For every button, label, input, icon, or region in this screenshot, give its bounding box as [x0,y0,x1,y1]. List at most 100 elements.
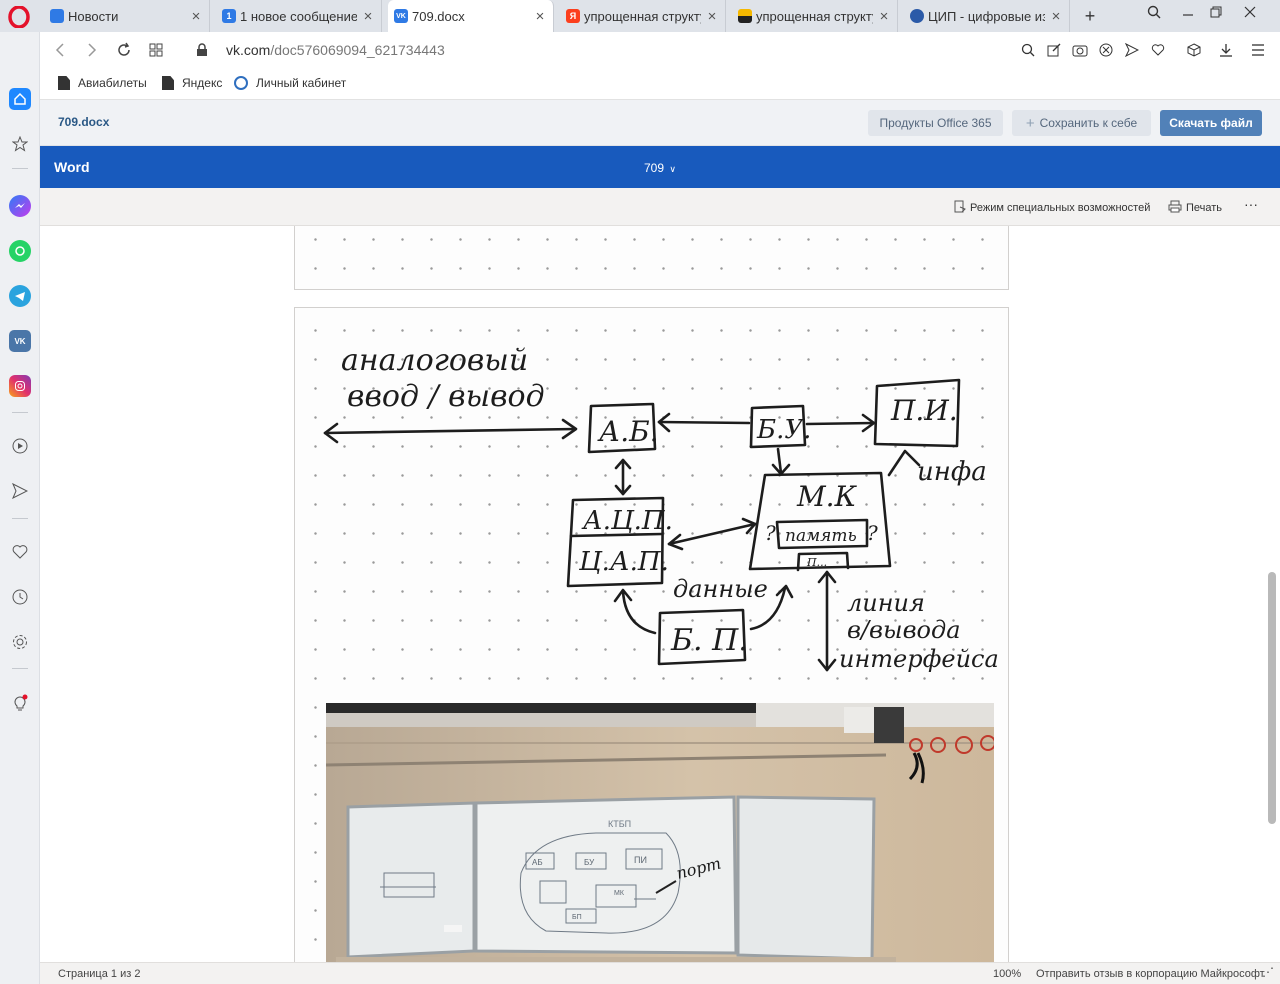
bp-label: Б. П. [670,623,748,658]
sidebar-separator [12,668,28,669]
tab-yandex-search[interactable]: Я упрощенная структур × [560,0,726,32]
port-label: П... [806,556,827,569]
download-file-button[interactable]: Скачать файл [1160,110,1262,136]
accessibility-mode-button[interactable]: Режим специальных возможностей [954,200,1150,216]
globe-icon [234,76,248,90]
office-products-button[interactable]: Продукты Office 365 [868,110,1003,136]
heart-icon[interactable] [9,541,31,563]
tab-title: упрощенная структур [584,8,701,24]
page-1-bottom [294,226,1009,290]
vertical-scrollbar[interactable] [1268,572,1276,824]
word-brand[interactable]: Word [54,159,90,175]
sidebar-separator [12,412,28,413]
accessibility-icon [954,200,966,216]
close-icon[interactable]: × [533,8,547,25]
adblock-icon[interactable] [1097,41,1115,59]
star-icon[interactable] [9,133,31,155]
word-command-bar: Режим специальных возможностей Печать ··… [40,188,1280,226]
tab-yandex-images[interactable]: упрощенная структур × [732,0,898,32]
adc-label: А.Ц.П. [581,506,673,536]
tab-bar: Новости × 1 1 новое сообщение × VK 709.d… [0,0,1280,32]
vk-icon[interactable]: VK [9,330,31,352]
bookmark-aviabilety[interactable]: Авиабилеты [58,76,147,90]
lock-icon[interactable] [192,40,212,60]
mk-label: М.К [796,480,858,513]
tab-title: 709.docx [412,8,465,24]
site-icon [910,9,924,23]
reload-icon[interactable] [114,40,134,60]
more-options-button[interactable]: ··· [1244,196,1258,212]
feedback-link[interactable]: Отправить отзыв в корпорацию Майкрософт [1036,968,1265,980]
speed-dial-icon[interactable] [146,40,166,60]
save-label: Сохранить к себе [1039,116,1138,130]
close-icon[interactable]: × [705,8,719,25]
dac-label: Ц.А.П. [578,547,669,577]
forward-icon[interactable] [82,40,102,60]
url-field[interactable]: vk.com/doc576069094_621734443 [226,42,445,58]
whatsapp-icon[interactable] [9,240,31,262]
heart-icon[interactable] [1149,41,1167,59]
opera-logo-icon[interactable] [8,6,30,28]
download-icon[interactable] [1217,41,1235,59]
close-icon[interactable]: × [1049,8,1063,25]
close-window-icon[interactable] [1236,0,1264,24]
url-path: /doc576069094_621734443 [270,42,445,58]
board-bp: БП [572,914,582,921]
info-label: инфа [917,457,987,487]
page-icon [58,76,70,90]
history-icon[interactable] [9,586,31,608]
interface-label-line3: интерфейса [839,645,999,673]
bu-pi-arrow [805,421,875,426]
zoom-level[interactable]: 100% [993,968,1021,980]
vk-badge-icon: 1 [222,9,236,23]
new-tab-icon[interactable]: + [1076,4,1104,28]
bookmark-label: Яндекс [182,76,223,90]
minimize-icon[interactable] [1174,0,1202,24]
page-counter: Страница 1 из 2 [58,968,141,980]
sidebar-separator [12,168,28,169]
player-icon[interactable] [9,435,31,457]
print-button[interactable]: Печать [1168,200,1222,216]
camera-icon[interactable] [1071,41,1089,59]
close-icon[interactable]: × [189,8,203,25]
tab-news[interactable]: Новости × [44,0,210,32]
board-title: КТБП [608,819,631,829]
bookmark-label: Авиабилеты [78,76,147,90]
messenger-icon[interactable] [9,195,31,217]
close-icon[interactable]: × [361,8,375,25]
send-icon[interactable] [9,480,31,502]
data-label: данные [673,575,768,603]
bookmarks-bar: Авиабилеты Яндекс Личный кабинет [40,68,1280,100]
tab-cip[interactable]: ЦИП - цифровые изм × [904,0,1070,32]
extensions-icon[interactable] [1185,41,1203,59]
tab-709-docx[interactable]: VK 709.docx × [388,0,554,32]
word-status-bar: Страница 1 из 2 100% Отправить отзыв в к… [40,962,1280,984]
board-bu: БУ [584,858,595,867]
board-ab: АБ [532,858,543,867]
home-icon[interactable] [9,88,31,110]
menu-icon[interactable] [1249,41,1267,59]
analog-io-arrow [323,427,577,435]
back-icon[interactable] [50,40,70,60]
restore-icon[interactable] [1202,0,1230,24]
send-icon[interactable] [1123,41,1141,59]
telegram-icon[interactable] [9,285,31,307]
tab-title: ЦИП - цифровые изм [928,8,1045,24]
instagram-icon[interactable] [9,375,31,397]
search-tabs-icon[interactable] [1140,0,1168,24]
bookmark-label: Личный кабинет [256,76,347,90]
chevron-down-icon: ∨ [669,164,676,174]
ab-label: А.Б. [597,415,659,448]
document-canvas: аналоговый ввод / вывод А.Б. Б.У. П.И. и… [40,226,1280,962]
search-page-icon[interactable] [1019,41,1037,59]
bookmark-yandex[interactable]: Яндекс [162,76,222,90]
edit-icon[interactable] [1045,41,1063,59]
analog-label-line1: аналоговый [341,343,528,378]
file-title-dropdown[interactable]: 709 ∨ [644,161,676,175]
bookmark-cabinet[interactable]: Личный кабинет [234,76,346,90]
tips-icon[interactable] [9,692,31,714]
settings-icon[interactable] [9,631,31,653]
save-to-self-button[interactable]: + Сохранить к себе [1012,110,1151,136]
tab-messages[interactable]: 1 1 новое сообщение × [216,0,382,32]
close-icon[interactable]: × [877,8,891,25]
